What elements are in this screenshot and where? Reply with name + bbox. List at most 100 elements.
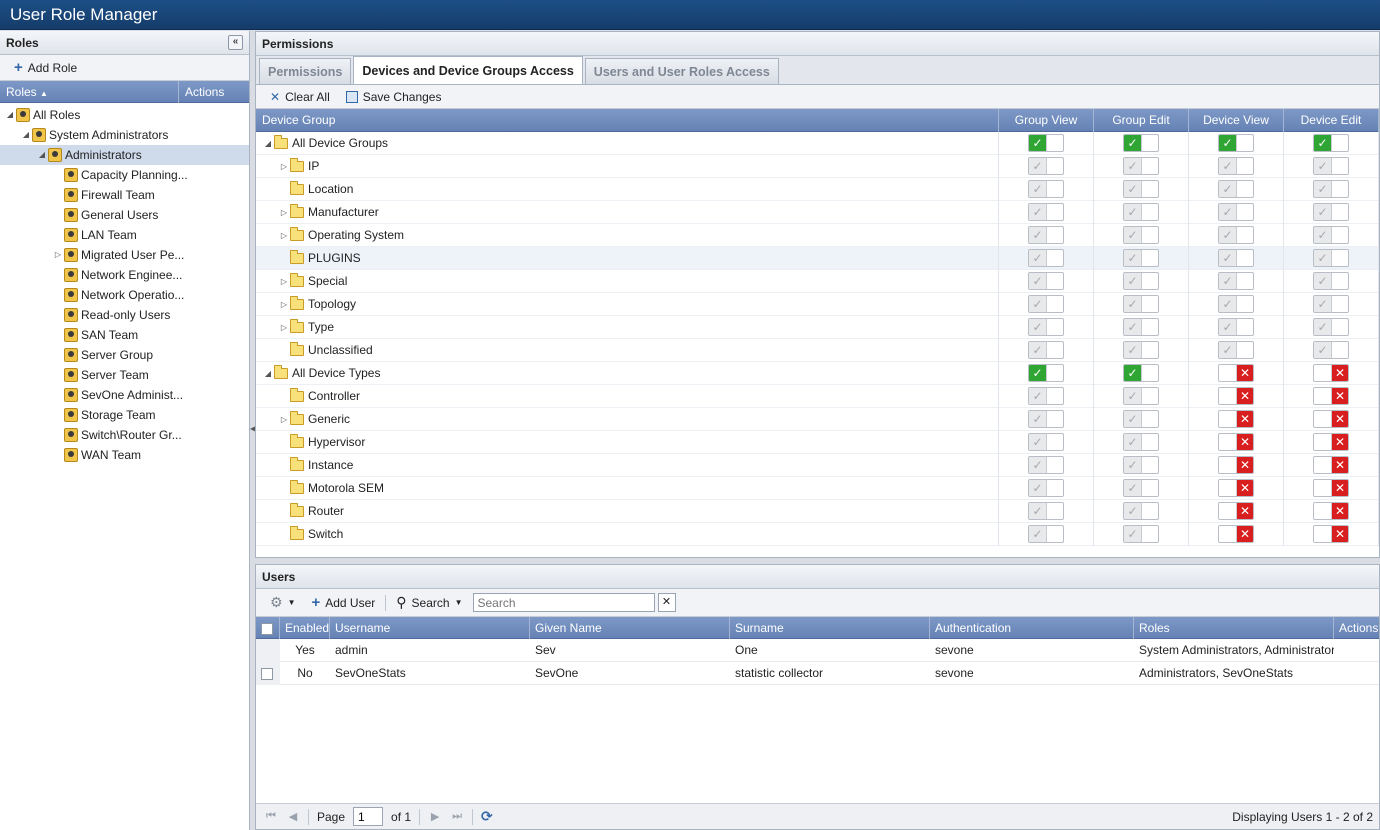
permission-toggle[interactable]: ✕ xyxy=(1218,433,1254,451)
role-tree-item[interactable]: ▷ Migrated User Pe... xyxy=(0,245,249,265)
permission-toggle[interactable]: ✕ xyxy=(1313,387,1349,405)
permission-toggle[interactable]: ✕ xyxy=(1313,433,1349,451)
permission-toggle[interactable]: ✓ xyxy=(1123,433,1159,451)
device-group-row[interactable]: Hypervisor ✓ ✓ ✕ ✕ xyxy=(256,430,1379,454)
permission-toggle[interactable]: ✓ xyxy=(1313,318,1349,336)
permission-toggle[interactable]: ✓ xyxy=(1313,134,1349,152)
role-tree-item[interactable]: ◢ Administrators xyxy=(0,145,249,165)
permission-toggle[interactable]: ✓ xyxy=(1028,203,1064,221)
clear-all-button[interactable]: ✕ Clear All xyxy=(264,90,336,104)
permission-toggle[interactable]: ✓ xyxy=(1028,364,1064,382)
permission-toggle[interactable]: ✓ xyxy=(1218,180,1254,198)
permission-toggle[interactable]: ✕ xyxy=(1313,502,1349,520)
device-group-row[interactable]: ▷ Topology ✓ ✓ ✓ ✓ xyxy=(256,292,1379,316)
role-tree-item[interactable]: Network Operatio... xyxy=(0,285,249,305)
expand-open-icon[interactable]: ◢ xyxy=(36,145,48,165)
permission-toggle[interactable]: ✓ xyxy=(1123,272,1159,290)
permission-toggle[interactable]: ✓ xyxy=(1028,157,1064,175)
page-number-input[interactable] xyxy=(353,807,384,826)
expand-open-icon[interactable]: ◢ xyxy=(262,369,274,378)
permission-toggle[interactable]: ✕ xyxy=(1313,456,1349,474)
role-tree-item[interactable]: Network Enginee... xyxy=(0,265,249,285)
permission-toggle[interactable]: ✕ xyxy=(1218,502,1254,520)
expand-closed-icon[interactable]: ▷ xyxy=(278,415,290,424)
permission-toggle[interactable]: ✕ xyxy=(1218,410,1254,428)
users-column-authentication[interactable]: Authentication xyxy=(930,617,1134,639)
last-page-icon[interactable]: ⏭ xyxy=(450,810,464,823)
permission-toggle[interactable]: ✓ xyxy=(1028,180,1064,198)
column-header-device-edit[interactable]: Device Edit xyxy=(1284,109,1379,132)
device-group-row[interactable]: ▷ Type ✓ ✓ ✓ ✓ xyxy=(256,315,1379,339)
permission-toggle[interactable]: ✓ xyxy=(1313,341,1349,359)
role-tree-item[interactable]: Server Team xyxy=(0,365,249,385)
permission-toggle[interactable]: ✕ xyxy=(1218,387,1254,405)
permission-toggle[interactable]: ✓ xyxy=(1218,249,1254,267)
device-group-row[interactable]: ▷ Manufacturer ✓ ✓ ✓ ✓ xyxy=(256,200,1379,224)
device-group-row[interactable]: ▷ Special ✓ ✓ ✓ ✓ xyxy=(256,269,1379,293)
device-group-row[interactable]: Motorola SEM ✓ ✓ ✕ ✕ xyxy=(256,476,1379,500)
role-tree-item[interactable]: ◢ System Administrators xyxy=(0,125,249,145)
device-group-row[interactable]: Router ✓ ✓ ✕ ✕ xyxy=(256,499,1379,523)
permission-toggle[interactable]: ✕ xyxy=(1313,364,1349,382)
column-header-device-view[interactable]: Device View xyxy=(1189,109,1284,132)
user-row[interactable]: No SevOneStats SevOne statistic collector se… xyxy=(256,662,1379,685)
column-header-device-group[interactable]: Device Group xyxy=(256,109,999,132)
permission-toggle[interactable]: ✓ xyxy=(1123,318,1159,336)
permission-toggle[interactable]: ✓ xyxy=(1028,295,1064,313)
clear-search-icon[interactable]: ✕ xyxy=(657,593,676,612)
permission-toggle[interactable]: ✕ xyxy=(1313,479,1349,497)
permission-toggle[interactable]: ✓ xyxy=(1123,502,1159,520)
permission-toggle[interactable]: ✓ xyxy=(1218,295,1254,313)
user-row[interactable]: Yes admin Sev One sevone System Administrator… xyxy=(256,639,1379,662)
permission-toggle[interactable]: ✓ xyxy=(1028,525,1064,543)
permission-toggle[interactable]: ✕ xyxy=(1218,525,1254,543)
role-tree-item[interactable]: Read-only Users xyxy=(0,305,249,325)
permission-toggle[interactable]: ✓ xyxy=(1028,226,1064,244)
add-role-button[interactable]: + Add Role xyxy=(8,60,83,75)
row-checkbox[interactable] xyxy=(261,667,273,680)
device-group-row[interactable]: Unclassified ✓ ✓ ✓ ✓ xyxy=(256,338,1379,362)
first-page-icon[interactable]: ⏮ xyxy=(264,810,278,823)
role-tree-item[interactable]: ◢ All Roles xyxy=(0,105,249,125)
permission-toggle[interactable]: ✓ xyxy=(1313,226,1349,244)
device-group-row[interactable]: Switch ✓ ✓ ✕ ✕ xyxy=(256,522,1379,546)
permission-toggle[interactable]: ✓ xyxy=(1028,387,1064,405)
expand-open-icon[interactable]: ◢ xyxy=(4,105,16,125)
permission-toggle[interactable]: ✕ xyxy=(1313,525,1349,543)
permission-toggle[interactable]: ✓ xyxy=(1028,249,1064,267)
column-header-group-edit[interactable]: Group Edit xyxy=(1094,109,1189,132)
row-select-cell[interactable] xyxy=(256,639,280,662)
prev-page-icon[interactable]: ◀ xyxy=(286,810,300,823)
permission-toggle[interactable]: ✓ xyxy=(1123,226,1159,244)
users-column-given name[interactable]: Given Name xyxy=(530,617,730,639)
role-tree-item[interactable]: Capacity Planning... xyxy=(0,165,249,185)
permission-toggle[interactable]: ✓ xyxy=(1218,134,1254,152)
expand-closed-icon[interactable]: ▷ xyxy=(278,300,290,309)
device-group-row[interactable]: ▷ IP ✓ ✓ ✓ ✓ xyxy=(256,154,1379,178)
permission-toggle[interactable]: ✓ xyxy=(1313,295,1349,313)
role-tree-item[interactable]: General Users xyxy=(0,205,249,225)
permission-toggle[interactable]: ✓ xyxy=(1028,318,1064,336)
users-column-actions[interactable]: Actions xyxy=(1334,617,1379,639)
permission-toggle[interactable]: ✓ xyxy=(1123,157,1159,175)
row-select-cell[interactable] xyxy=(256,662,280,685)
role-tree-item[interactable]: Firewall Team xyxy=(0,185,249,205)
permission-toggle[interactable]: ✓ xyxy=(1313,272,1349,290)
permission-toggle[interactable]: ✓ xyxy=(1123,410,1159,428)
select-all-cell[interactable] xyxy=(256,617,280,639)
permission-toggle[interactable]: ✓ xyxy=(1313,249,1349,267)
device-group-row[interactable]: ◢ All Device Groups ✓ ✓ ✓ ✓ xyxy=(256,131,1379,155)
expand-closed-icon[interactable]: ▷ xyxy=(278,231,290,240)
device-group-row[interactable]: Controller ✓ ✓ ✕ ✕ xyxy=(256,384,1379,408)
permission-toggle[interactable]: ✓ xyxy=(1028,433,1064,451)
permission-toggle[interactable]: ✕ xyxy=(1218,479,1254,497)
permission-toggle[interactable]: ✓ xyxy=(1123,456,1159,474)
permission-toggle[interactable]: ✓ xyxy=(1218,272,1254,290)
collapse-icon[interactable]: « xyxy=(228,35,243,50)
permission-toggle[interactable]: ✓ xyxy=(1123,180,1159,198)
users-column-roles[interactable]: Roles xyxy=(1134,617,1334,639)
permission-toggle[interactable]: ✕ xyxy=(1218,364,1254,382)
role-tree-item[interactable]: SevOne Administ... xyxy=(0,385,249,405)
device-group-row[interactable]: Location ✓ ✓ ✓ ✓ xyxy=(256,177,1379,201)
roles-column-header[interactable]: Roles ▲ xyxy=(0,80,179,103)
